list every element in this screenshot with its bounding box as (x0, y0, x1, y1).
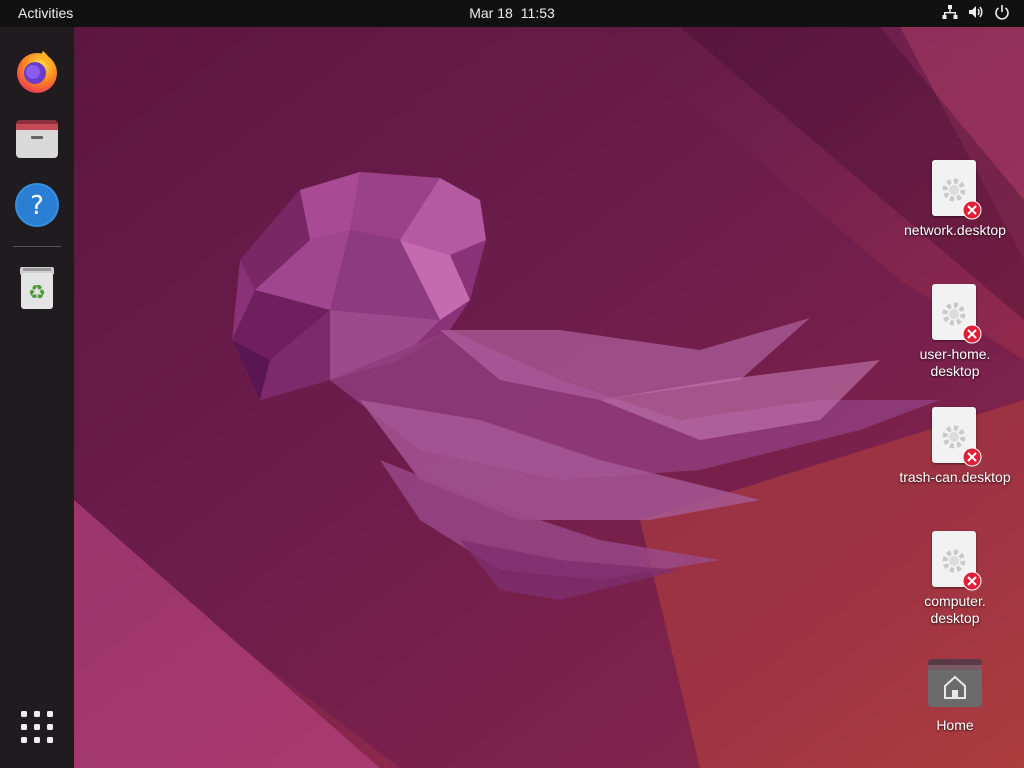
broken-launcher-icon (926, 160, 984, 220)
desktop-icon-label-line1: computer. (924, 593, 986, 609)
desktop-icon-label: Home (936, 717, 974, 733)
dock: ? ♻ (0, 27, 74, 768)
error-badge-icon (962, 571, 982, 591)
power-icon (994, 4, 1010, 20)
dock-item-firefox[interactable] (13, 47, 61, 95)
wallpaper (0, 0, 1024, 768)
error-badge-icon (962, 200, 982, 220)
activities-button[interactable]: Activities (18, 5, 73, 21)
error-badge-icon (962, 324, 982, 344)
desktop-icon-network[interactable]: network.desktop (890, 160, 1020, 239)
files-icon (16, 120, 58, 158)
svg-text:♻: ♻ (28, 280, 46, 304)
desktop-icon-trash-can[interactable]: trash-can.desktop (890, 407, 1020, 486)
desktop-icon-computer[interactable]: computer. desktop (890, 531, 1020, 627)
desktop-icon-home[interactable]: Home (890, 655, 1020, 734)
dock-separator (13, 246, 61, 247)
broken-launcher-icon (926, 531, 984, 591)
desktop-icon-label-line2: desktop (930, 363, 980, 379)
svg-text:?: ? (30, 191, 44, 221)
network-icon (942, 4, 958, 20)
home-folder-icon (926, 655, 984, 713)
dock-item-help[interactable]: ? (13, 181, 61, 229)
broken-launcher-icon (926, 284, 984, 344)
dock-item-files[interactable] (13, 114, 61, 162)
desktop-screen: Activities Mar 18 11:53 ? ♻ network.desk… (0, 0, 1024, 768)
show-apps-button[interactable] (13, 703, 61, 751)
clock-date: Mar 18 (469, 5, 513, 21)
broken-launcher-icon (926, 407, 984, 467)
clock: Mar 18 11:53 (0, 5, 1024, 21)
error-badge-icon (962, 447, 982, 467)
desktop-icon-label-line2: desktop (930, 610, 980, 626)
desktop-icon-label: network.desktop (904, 222, 1006, 238)
top-bar: Activities Mar 18 11:53 (0, 0, 1024, 27)
desktop-icon-label-line1: user-home. (919, 346, 991, 362)
system-tray[interactable] (942, 4, 1010, 20)
desktop-icon-user-home[interactable]: user-home. desktop (890, 284, 1020, 380)
clock-button[interactable]: Mar 18 11:53 (469, 5, 555, 21)
trash-icon: ♻ (20, 267, 54, 309)
help-icon: ? (15, 183, 59, 227)
desktop-icon-label: trash-can.desktop (899, 469, 1011, 485)
clock-time: 11:53 (520, 5, 555, 21)
dock-item-trash[interactable]: ♻ (13, 263, 61, 311)
firefox-icon (17, 51, 57, 93)
volume-icon (968, 4, 984, 20)
app-grid-icon (21, 711, 53, 743)
